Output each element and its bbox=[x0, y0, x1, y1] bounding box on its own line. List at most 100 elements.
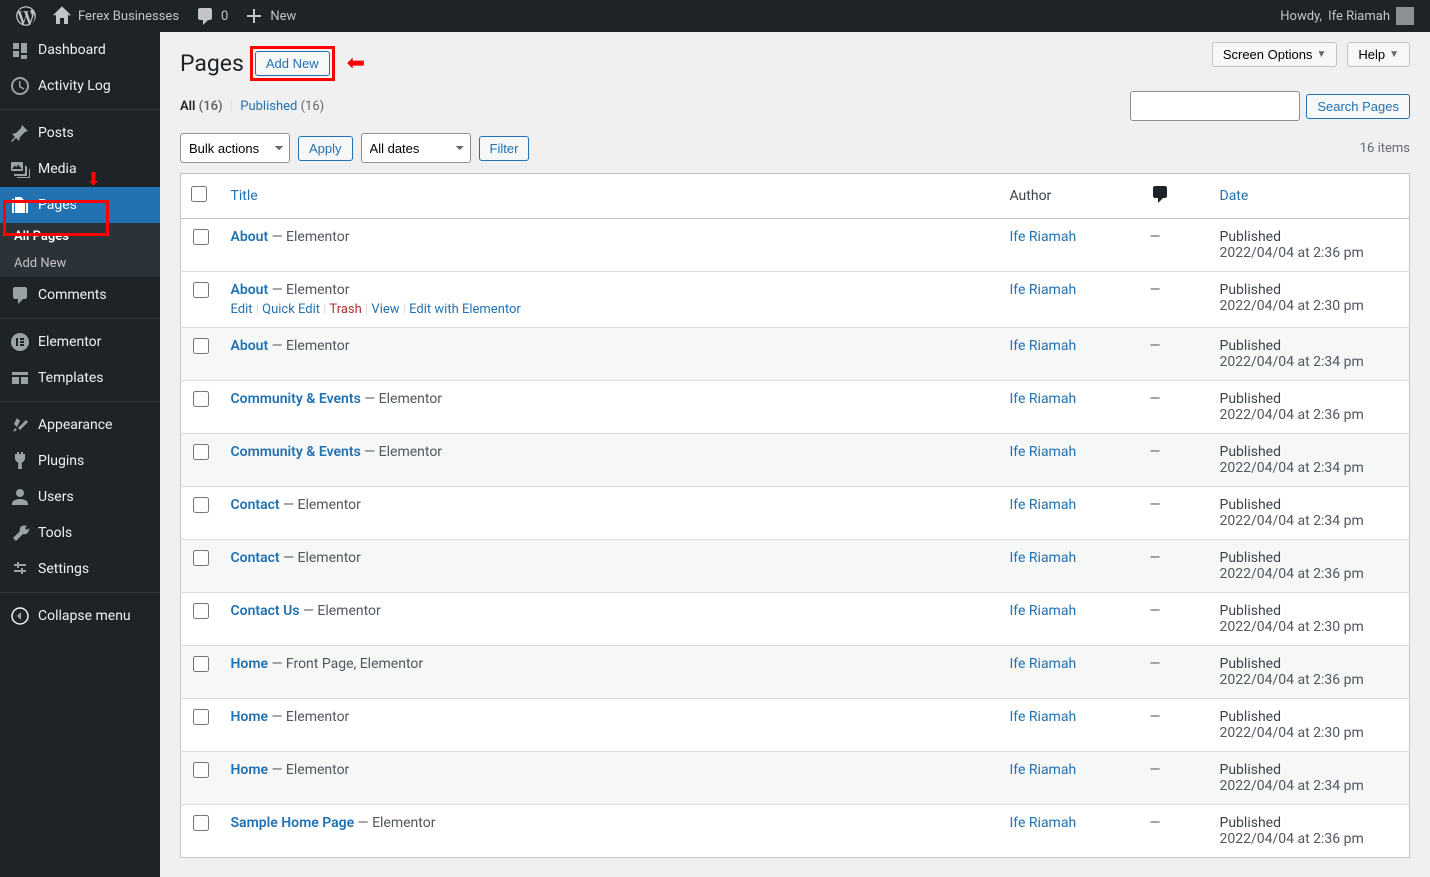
author-link[interactable]: Ife Riamah bbox=[1010, 762, 1077, 778]
search-button[interactable]: Search Pages bbox=[1306, 94, 1410, 119]
sidebar-item-pages[interactable]: Pages bbox=[0, 187, 160, 223]
row-checkbox[interactable] bbox=[193, 709, 209, 725]
page-title-link[interactable]: Home bbox=[231, 762, 269, 778]
sidebar-item-plugins[interactable]: Plugins bbox=[0, 443, 160, 479]
list-views: All (16) | Published (16) bbox=[180, 99, 324, 114]
new-link[interactable]: New bbox=[236, 0, 304, 32]
help-button[interactable]: Help▼ bbox=[1347, 42, 1410, 67]
row-checkbox[interactable] bbox=[193, 338, 209, 354]
row-checkbox[interactable] bbox=[193, 603, 209, 619]
column-comments[interactable] bbox=[1140, 174, 1210, 219]
author-link[interactable]: Ife Riamah bbox=[1010, 497, 1077, 513]
page-title-link[interactable]: Sample Home Page bbox=[231, 815, 355, 831]
action-edit[interactable]: Edit bbox=[231, 302, 253, 317]
sidebar-item-appearance[interactable]: Appearance bbox=[0, 407, 160, 443]
author-link[interactable]: Ife Riamah bbox=[1010, 444, 1077, 460]
sidebar-item-tools[interactable]: Tools bbox=[0, 515, 160, 551]
page-title-link[interactable]: Contact bbox=[231, 497, 280, 513]
date-text: 2022/04/04 at 2:36 pm bbox=[1220, 831, 1364, 847]
sidebar-item-dashboard[interactable]: Dashboard bbox=[0, 32, 160, 68]
row-checkbox[interactable] bbox=[193, 444, 209, 460]
action-view[interactable]: View bbox=[371, 302, 399, 317]
sidebar-item-users[interactable]: Users bbox=[0, 479, 160, 515]
no-comments: — bbox=[1150, 550, 1161, 566]
date-filter-select[interactable]: All dates bbox=[361, 133, 471, 163]
row-checkbox[interactable] bbox=[193, 815, 209, 831]
media-icon bbox=[10, 159, 30, 179]
date-text: 2022/04/04 at 2:34 pm bbox=[1220, 460, 1364, 476]
sidebar-sub-all-pages[interactable]: All Pages bbox=[0, 223, 160, 250]
search-input[interactable] bbox=[1130, 91, 1300, 121]
action-trash[interactable]: Trash bbox=[329, 302, 361, 317]
no-comments: — bbox=[1150, 444, 1161, 460]
sidebar-sub-add-new[interactable]: Add New bbox=[0, 250, 160, 277]
view-all[interactable]: All (16) bbox=[180, 99, 223, 114]
author-link[interactable]: Ife Riamah bbox=[1010, 709, 1077, 725]
users-icon bbox=[10, 487, 30, 507]
author-link[interactable]: Ife Riamah bbox=[1010, 656, 1077, 672]
screen-options-button[interactable]: Screen Options▼ bbox=[1212, 42, 1338, 67]
author-link[interactable]: Ife Riamah bbox=[1010, 815, 1077, 831]
author-link[interactable]: Ife Riamah bbox=[1010, 229, 1077, 245]
sidebar-item-activity[interactable]: Activity Log bbox=[0, 68, 160, 104]
bulk-actions-select[interactable]: Bulk actions bbox=[180, 133, 290, 163]
page-title-link[interactable]: Community & Events bbox=[231, 444, 361, 460]
comments-icon bbox=[10, 285, 30, 305]
apply-button[interactable]: Apply bbox=[298, 136, 353, 161]
tools-icon bbox=[10, 523, 30, 543]
no-comments: — bbox=[1150, 709, 1161, 725]
page-title-link[interactable]: About bbox=[231, 229, 269, 245]
sidebar-item-label: Media bbox=[38, 161, 77, 177]
chevron-down-icon: ▼ bbox=[1389, 49, 1399, 60]
date-text: 2022/04/04 at 2:34 pm bbox=[1220, 354, 1364, 370]
view-published[interactable]: Published (16) bbox=[240, 99, 324, 114]
author-link[interactable]: Ife Riamah bbox=[1010, 550, 1077, 566]
row-checkbox[interactable] bbox=[193, 550, 209, 566]
row-checkbox[interactable] bbox=[193, 282, 209, 298]
page-title-link[interactable]: Contact bbox=[231, 550, 280, 566]
comments-link[interactable]: 0 bbox=[187, 0, 236, 32]
select-all-checkbox[interactable] bbox=[191, 186, 207, 202]
add-new-button[interactable]: Add New bbox=[255, 51, 330, 76]
sidebar-item-comments[interactable]: Comments bbox=[0, 277, 160, 313]
author-link[interactable]: Ife Riamah bbox=[1010, 603, 1077, 619]
page-title-link[interactable]: About bbox=[231, 282, 269, 298]
wp-logo[interactable] bbox=[8, 0, 44, 32]
row-checkbox[interactable] bbox=[193, 762, 209, 778]
sidebar-item-elementor[interactable]: Elementor bbox=[0, 324, 160, 360]
clock-icon bbox=[10, 76, 30, 96]
filter-button[interactable]: Filter bbox=[479, 136, 530, 161]
account-link[interactable]: Howdy, Ife Riamah bbox=[1272, 0, 1422, 32]
row-checkbox[interactable] bbox=[193, 497, 209, 513]
sidebar-item-collapse[interactable]: Collapse menu bbox=[0, 598, 160, 634]
date-text: 2022/04/04 at 2:36 pm bbox=[1220, 407, 1364, 423]
sidebar-item-media[interactable]: Media bbox=[0, 151, 160, 187]
page-title-link[interactable]: Contact Us bbox=[231, 603, 300, 619]
author-link[interactable]: Ife Riamah bbox=[1010, 338, 1077, 354]
column-date[interactable]: Date bbox=[1210, 174, 1410, 219]
author-link[interactable]: Ife Riamah bbox=[1010, 391, 1077, 407]
author-link[interactable]: Ife Riamah bbox=[1010, 282, 1077, 298]
action-quick-edit[interactable]: Quick Edit bbox=[262, 302, 320, 317]
row-checkbox[interactable] bbox=[193, 391, 209, 407]
page-title-link[interactable]: Community & Events bbox=[231, 391, 361, 407]
sidebar-item-posts[interactable]: Posts bbox=[0, 115, 160, 151]
pages-icon bbox=[10, 195, 30, 215]
sidebar-item-settings[interactable]: Settings bbox=[0, 551, 160, 587]
page-title-link[interactable]: About bbox=[231, 338, 269, 354]
row-checkbox[interactable] bbox=[193, 656, 209, 672]
table-row: Contact — ElementorIfe Riamah—Published2… bbox=[181, 540, 1410, 593]
page-state: — Elementor bbox=[268, 709, 349, 725]
site-link[interactable]: Ferex Businesses bbox=[44, 0, 187, 32]
page-state: — Front Page, Elementor bbox=[268, 656, 423, 672]
sidebar-item-label: Comments bbox=[38, 287, 107, 303]
column-title[interactable]: Title bbox=[221, 174, 1000, 219]
pages-table: Title Author Date About — ElementorIfe R… bbox=[180, 173, 1410, 858]
row-checkbox[interactable] bbox=[193, 229, 209, 245]
status-text: Published bbox=[1220, 709, 1281, 725]
sidebar-item-templates[interactable]: Templates bbox=[0, 360, 160, 396]
page-title-link[interactable]: Home bbox=[231, 709, 269, 725]
action-edit-elementor[interactable]: Edit with Elementor bbox=[409, 302, 521, 317]
table-row: About — ElementorEdit | Quick Edit | Tra… bbox=[181, 272, 1410, 328]
page-title-link[interactable]: Home bbox=[231, 656, 269, 672]
